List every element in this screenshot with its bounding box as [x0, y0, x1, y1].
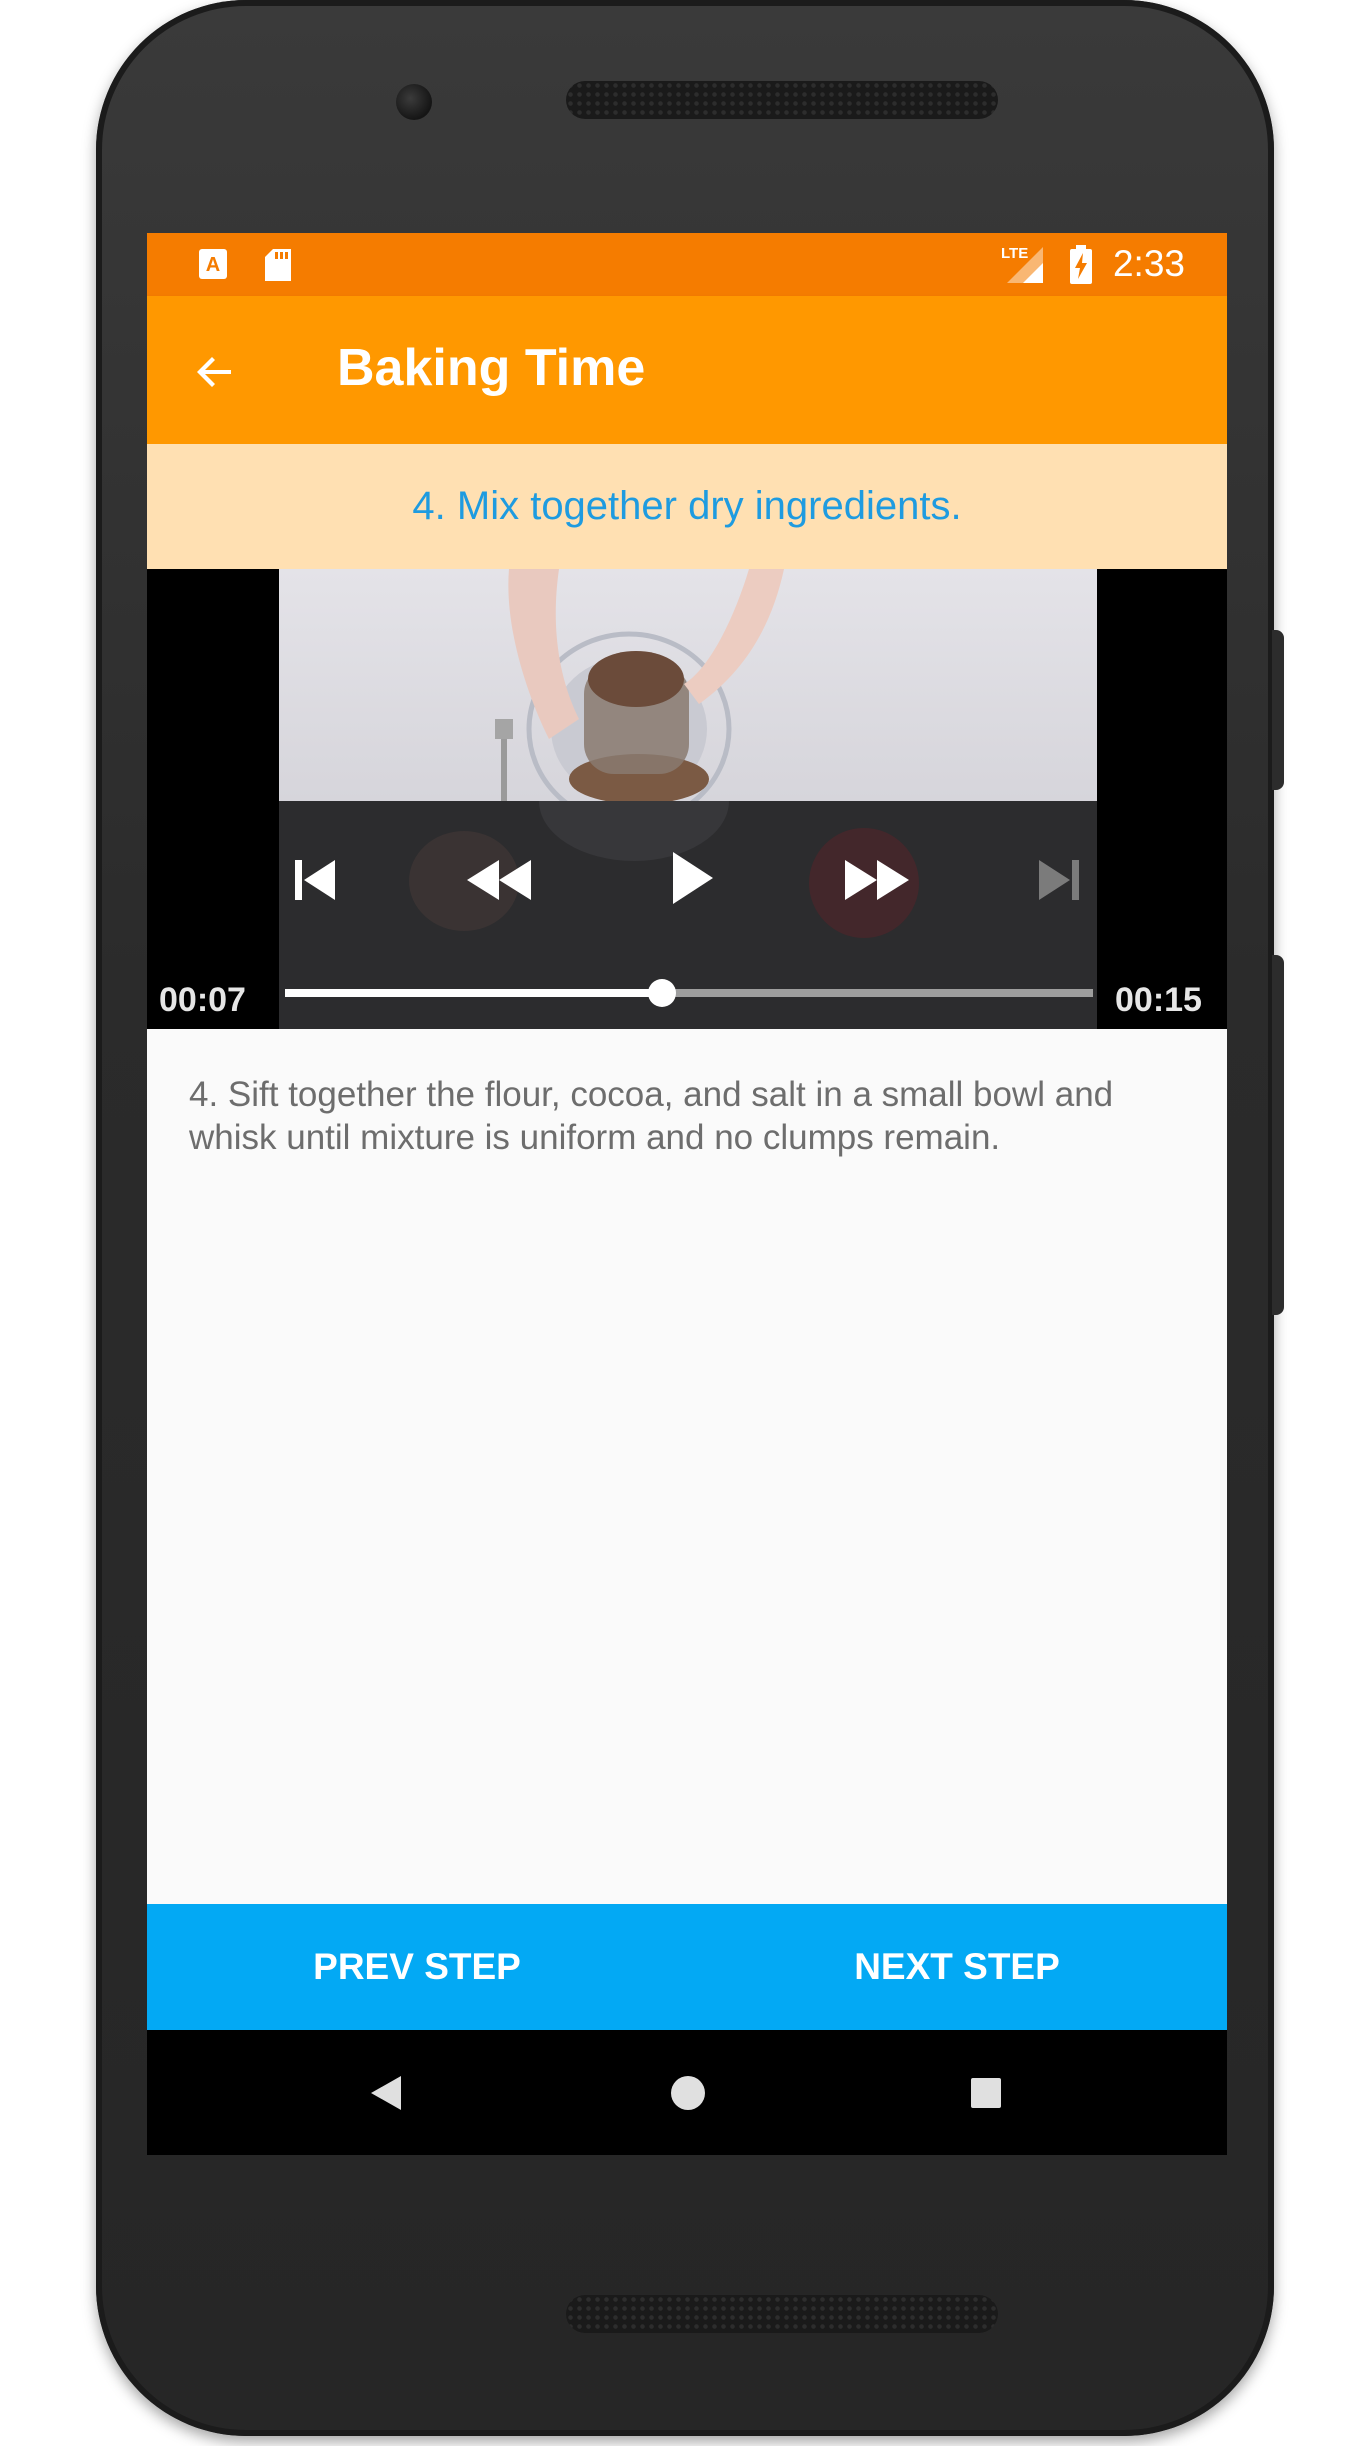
battery-charging-icon: [1070, 245, 1092, 284]
video-player[interactable]: 00:07 00:15: [147, 569, 1227, 1029]
fast-forward-icon[interactable]: [843, 857, 911, 903]
system-navigation-bar: [147, 2030, 1227, 2155]
volume-button: [1272, 955, 1284, 1315]
home-circle-icon[interactable]: [669, 2074, 707, 2112]
bottom-speaker-grille: [566, 2295, 998, 2333]
skip-previous-icon[interactable]: [289, 855, 339, 905]
status-bar: A LTE 2:33: [147, 233, 1227, 296]
play-icon[interactable]: [667, 849, 717, 907]
seek-bar[interactable]: [285, 979, 1093, 1007]
app-title: Baking Time: [337, 339, 646, 397]
next-step-button[interactable]: NEXT STEP: [687, 1904, 1227, 2030]
skip-next-icon[interactable]: [1035, 855, 1085, 905]
lte-label: LTE: [1001, 245, 1028, 262]
video-position-time: 00:07: [159, 981, 246, 1019]
arrow-back-icon[interactable]: [191, 348, 239, 396]
seek-bar-thumb[interactable]: [647, 979, 676, 1007]
back-triangle-icon[interactable]: [369, 2074, 403, 2112]
rewind-icon[interactable]: [465, 857, 533, 903]
sd-card-icon: [265, 249, 291, 281]
recents-square-icon[interactable]: [969, 2076, 1003, 2110]
step-title: 4. Mix together dry ingredients.: [412, 484, 962, 528]
front-camera: [396, 84, 432, 120]
video-scene-image: [495, 569, 784, 827]
top-speaker-grille: [566, 81, 998, 119]
video-image-area: [279, 569, 1097, 827]
notification-a-icon: A: [199, 249, 227, 279]
step-title-bar: 4. Mix together dry ingredients.: [147, 444, 1227, 569]
step-description: 4. Sift together the flour, cocoa, and s…: [189, 1075, 1114, 1157]
step-navigation-bar: PREV STEP NEXT STEP: [147, 1904, 1227, 2030]
app-bar: Baking Time: [147, 296, 1227, 444]
prev-step-button[interactable]: PREV STEP: [147, 1904, 687, 2030]
power-button: [1272, 630, 1284, 790]
seek-bar-progress: [285, 989, 662, 997]
status-time: 2:33: [1112, 243, 1185, 284]
device-screen: A LTE 2:33 Baking Time 4. Mix together d…: [147, 233, 1227, 2155]
lte-signal-icon: LTE: [1001, 245, 1043, 283]
video-frame: [279, 569, 1097, 1029]
video-duration-time: 00:15: [1115, 981, 1202, 1019]
svg-text:A: A: [206, 254, 220, 276]
